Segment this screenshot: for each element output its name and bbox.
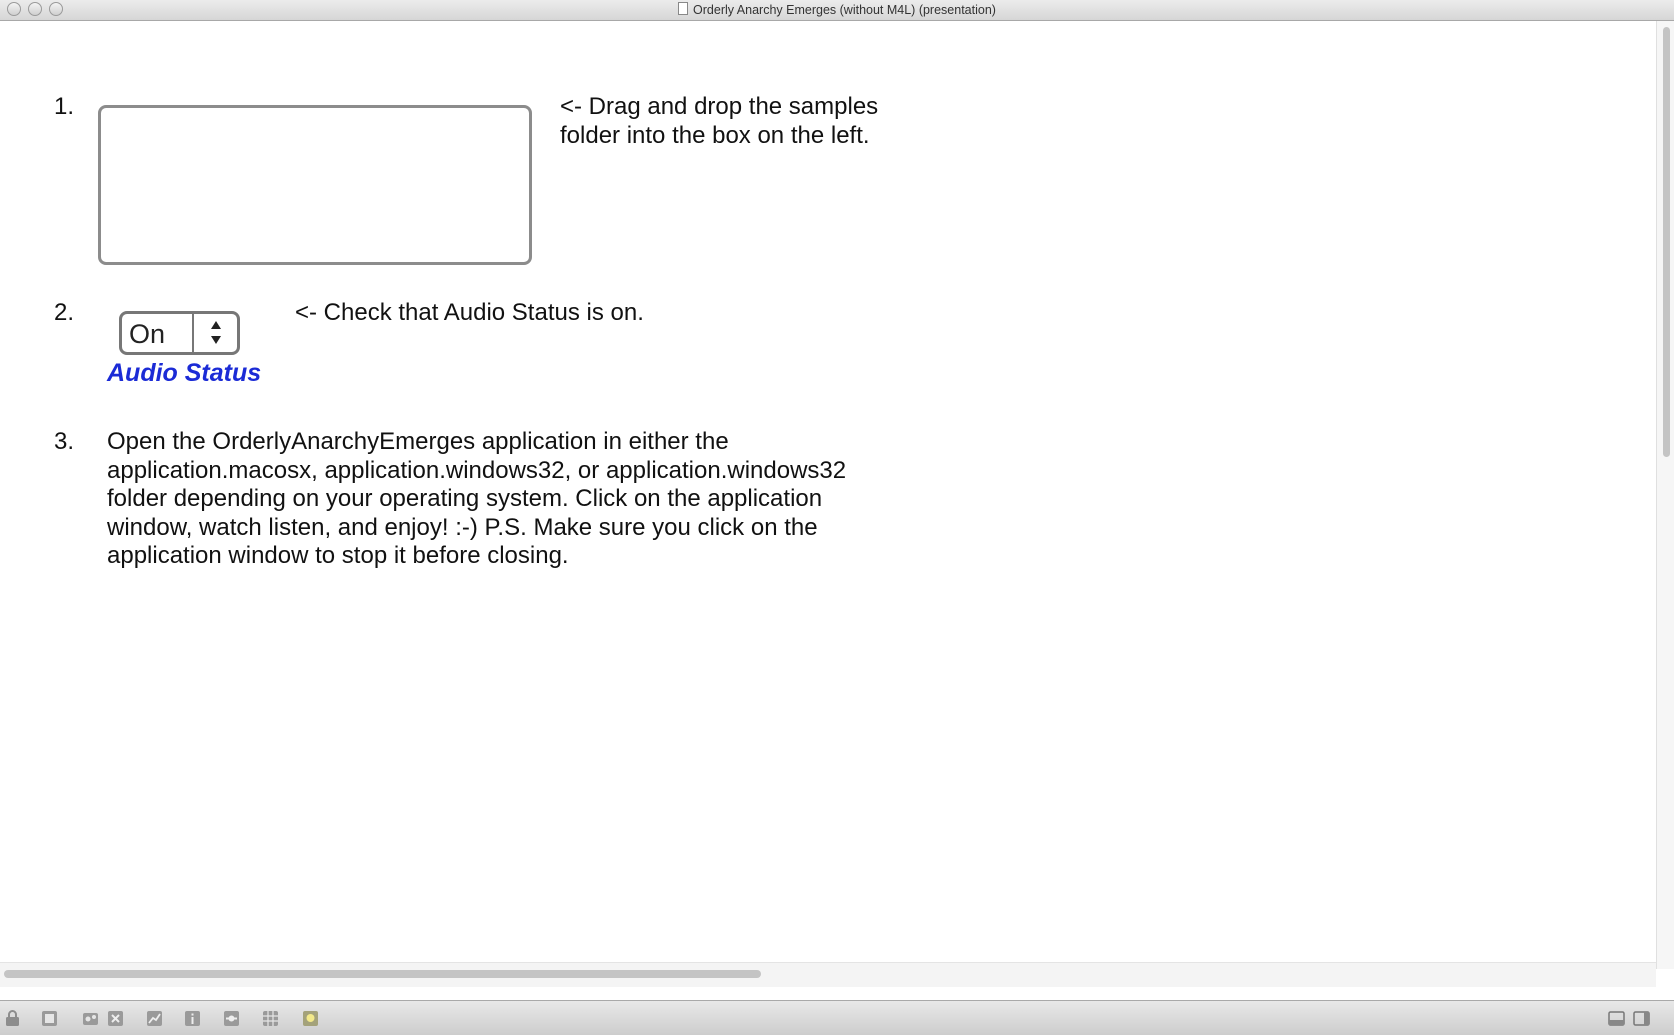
graph-icon[interactable]: [146, 1010, 163, 1027]
panel-bottom-icon[interactable]: [1608, 1010, 1625, 1027]
audio-status-menu[interactable]: On: [119, 311, 240, 355]
step-3-number: 3.: [54, 428, 75, 455]
vertical-scrollbar[interactable]: [1656, 21, 1674, 969]
audio-status-value: On: [129, 319, 166, 349]
step-1-text: <- Drag and drop the samples folder into…: [560, 93, 878, 150]
step-3-line-3: folder depending on your operating syste…: [107, 485, 823, 512]
horizontal-scroll-thumb[interactable]: [4, 970, 761, 978]
step-3-text: Open the OrderlyAnarchyEmerges applicati…: [107, 428, 846, 571]
step-2-text: <- Check that Audio Status is on.: [295, 299, 644, 326]
document-icon: [678, 2, 689, 15]
step-1-line-2: folder into the box on the left.: [560, 121, 870, 149]
up-down-arrows-icon[interactable]: [208, 318, 224, 348]
title-bar: Orderly Anarchy Emerges (without M4L) (p…: [0, 0, 1674, 21]
samples-drop-box[interactable]: [98, 105, 532, 265]
menu-divider: [192, 314, 194, 352]
audio-status-label: Audio Status: [107, 359, 262, 387]
panel-right-icon[interactable]: [1633, 1010, 1650, 1027]
patcher-icon[interactable]: [82, 1010, 99, 1027]
step-3-line-5: application window to stop it before clo…: [107, 542, 569, 569]
step-1-line-1: <- Drag and drop the samples: [560, 93, 879, 120]
step-3-line-1: Open the OrderlyAnarchyEmerges applicati…: [107, 428, 729, 455]
presentation-icon[interactable]: [41, 1010, 58, 1027]
patcher-canvas: 1. <- Drag and drop the samples folder i…: [0, 21, 1656, 969]
step-1-number: 1.: [54, 93, 75, 120]
step-2-number: 2.: [54, 299, 75, 326]
step-3-line-2: application.macosx, application.windows3…: [107, 456, 847, 484]
close-x-icon[interactable]: [107, 1010, 124, 1027]
inspector-icon[interactable]: [223, 1010, 240, 1027]
lock-icon[interactable]: [4, 1010, 21, 1027]
step-3-line-4: window, watch listen, and enjoy! :-) P.S…: [107, 513, 818, 541]
bulb-icon[interactable]: [302, 1010, 319, 1027]
window-title: Orderly Anarchy Emerges (without M4L) (p…: [693, 3, 996, 17]
vertical-scroll-thumb[interactable]: [1663, 27, 1670, 457]
info-icon[interactable]: [184, 1010, 201, 1027]
bottom-toolbar: [0, 1000, 1674, 1035]
horizontal-scrollbar[interactable]: [0, 962, 1656, 987]
grid-icon[interactable]: [262, 1010, 279, 1027]
